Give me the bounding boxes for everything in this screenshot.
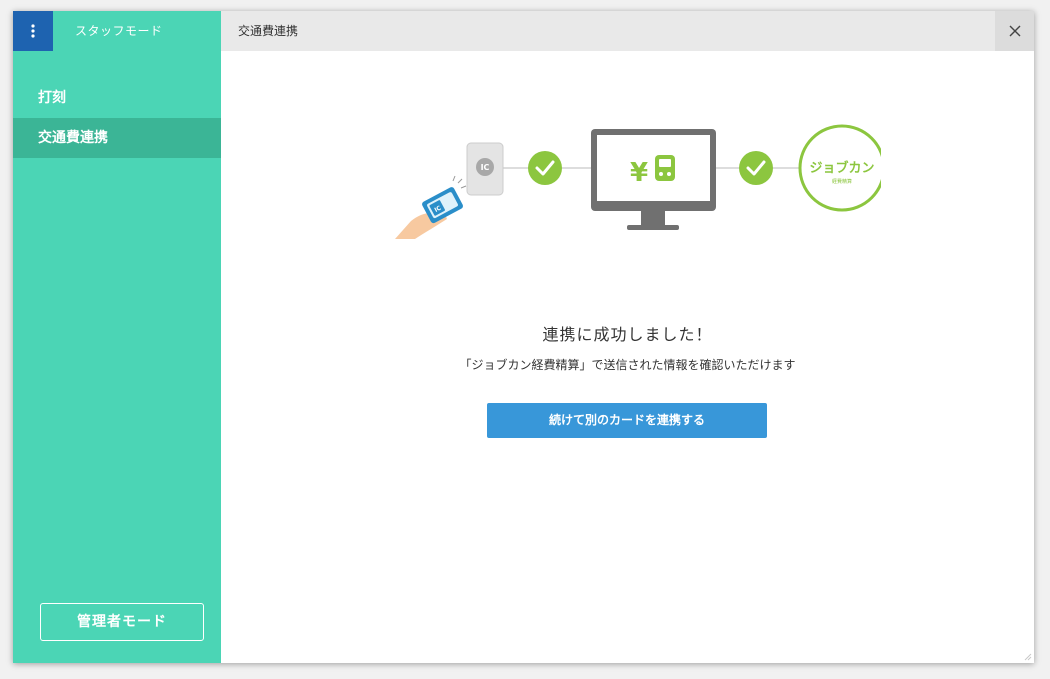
yen-symbol: ¥ [630, 158, 648, 188]
main-panel: 交通費連携 IC IC ¥ ジョブカン 経費精算 連携に成功しました！ 「ジョブ… [221, 11, 1034, 663]
check-circle-icon [528, 151, 562, 185]
sidebar-item-transport-expense[interactable]: 交通費連携 [13, 118, 221, 158]
jobcan-logo: ジョブカン 経費精算 [798, 124, 881, 212]
success-description: 「ジョブカン経費精算」で送信された情報を確認いただけます [459, 358, 796, 372]
kebab-menu-icon [31, 24, 35, 38]
success-title: 連携に成功しました！ [542, 325, 713, 344]
reader-ic-label: IC [481, 163, 490, 172]
sidebar-nav: 打刻 交通費連携 [13, 78, 221, 158]
close-icon [1009, 25, 1020, 37]
train-icon [655, 155, 675, 181]
sparkle-icon [452, 175, 467, 189]
monitor-icon: ¥ [591, 129, 716, 230]
admin-mode-button[interactable]: 管理者モード [40, 603, 204, 641]
sidebar: スタッフモード 打刻 交通費連携 管理者モード [13, 11, 221, 663]
link-another-card-button[interactable]: 続けて別のカードを連携する [487, 403, 767, 438]
check-circle-icon [739, 151, 773, 185]
app-window: スタッフモード 打刻 交通費連携 管理者モード 交通費連携 IC IC ¥ ジョ… [13, 11, 1034, 663]
resize-grip-icon[interactable] [1024, 653, 1032, 661]
title-bar: 交通費連携 [221, 11, 1034, 51]
close-button[interactable] [995, 11, 1034, 51]
page-title: 交通費連携 [238, 24, 299, 38]
app-mode-label: スタッフモード [75, 24, 163, 38]
brand-name: ジョブカン [809, 160, 874, 176]
ic-reader-icon: IC [466, 142, 504, 196]
brand-subtitle: 経費精算 [832, 178, 852, 185]
menu-button[interactable] [13, 11, 53, 51]
sidebar-header: スタッフモード [13, 11, 221, 51]
sidebar-item-clock-in[interactable]: 打刻 [13, 78, 221, 118]
card-sync-illustration: IC IC ¥ ジョブカン 経費精算 [395, 124, 881, 239]
